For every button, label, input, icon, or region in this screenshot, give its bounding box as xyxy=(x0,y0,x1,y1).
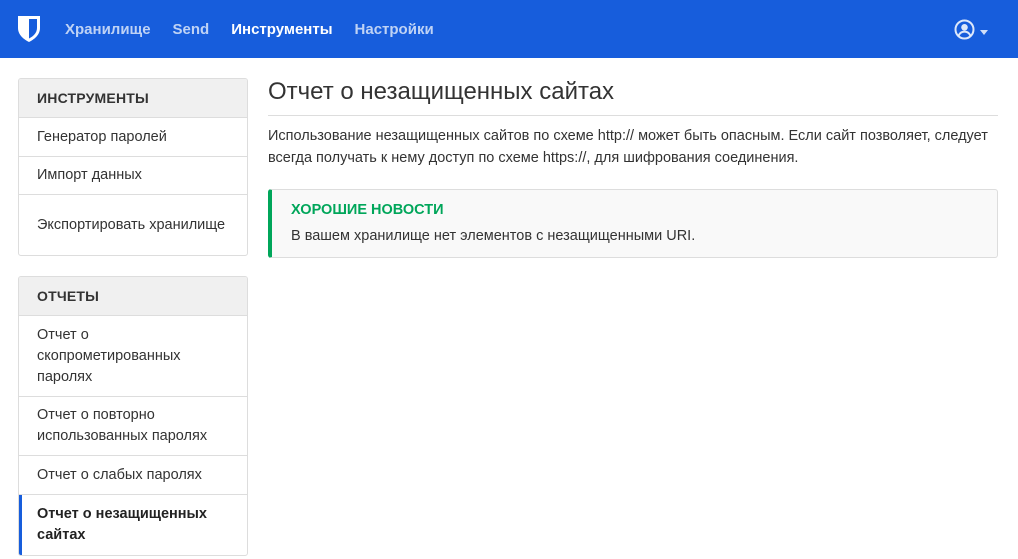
report-description: Использование незащищенных сайтов по схе… xyxy=(268,128,988,166)
tools-menu-header: ИНСТРУМЕНТЫ xyxy=(19,79,247,118)
sidebar-item-exposed-passwords-report[interactable]: Отчет о скопрометированных паролях xyxy=(19,316,247,397)
sidebar-item-export-vault[interactable]: Экспортировать хранилище xyxy=(19,195,247,255)
sidebar-item-weak-passwords-report[interactable]: Отчет о слабых паролях xyxy=(19,456,247,495)
bitwarden-shield-icon[interactable] xyxy=(17,15,41,43)
page-title: Отчет о незащищенных сайтах xyxy=(268,78,998,116)
nav-link-tools[interactable]: Инструменты xyxy=(220,21,343,38)
reports-menu-header: ОТЧЕТЫ xyxy=(19,277,247,316)
nav-link-vault[interactable]: Хранилище xyxy=(54,21,162,38)
sidebar-item-unsecured-websites-report[interactable]: Отчет о незащищенных сайтах xyxy=(19,495,247,555)
success-callout: ХОРОШИЕ НОВОСТИ В вашем хранилище нет эл… xyxy=(268,189,998,258)
nav-link-settings[interactable]: Настройки xyxy=(344,21,445,38)
report-content: Отчет о незащищенных сайтах Использовани… xyxy=(268,78,998,258)
sidebar-item-reused-passwords-report[interactable]: Отчет о повторно использованных паролях xyxy=(19,397,247,456)
callout-message: В вашем хранилище нет элементов с незащи… xyxy=(291,228,696,244)
top-navbar: Хранилище Send Инструменты Настройки xyxy=(0,0,1018,58)
account-menu-button[interactable] xyxy=(954,19,988,45)
chevron-down-icon xyxy=(980,29,988,35)
nav-link-send[interactable]: Send xyxy=(162,21,221,38)
sidebar-item-password-generator[interactable]: Генератор паролей xyxy=(19,118,247,157)
main-nav: Хранилище Send Инструменты Настройки xyxy=(54,0,445,58)
reports-menu: ОТЧЕТЫ Отчет о скопрометированных пароля… xyxy=(18,276,248,556)
tools-menu: ИНСТРУМЕНТЫ Генератор паролей Импорт дан… xyxy=(18,78,248,256)
user-circle-icon xyxy=(954,19,975,45)
callout-title: ХОРОШИЕ НОВОСТИ xyxy=(291,202,444,218)
sidebar-item-import-data[interactable]: Импорт данных xyxy=(19,157,247,195)
